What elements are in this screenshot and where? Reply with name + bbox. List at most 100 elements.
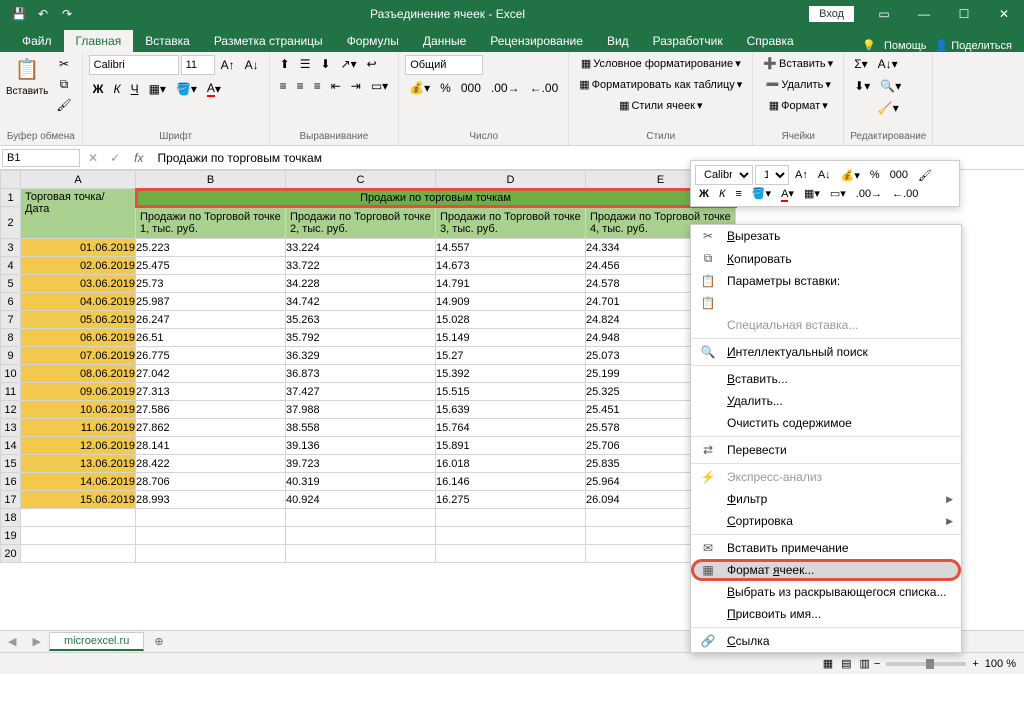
data-cell[interactable]: 34.742 bbox=[286, 293, 436, 311]
menu-item[interactable]: Вставить... bbox=[691, 368, 961, 390]
mini-align-icon[interactable]: ≡ bbox=[731, 186, 745, 202]
data-cell[interactable]: 25.475 bbox=[136, 257, 286, 275]
empty-cell[interactable] bbox=[21, 545, 136, 563]
date-cell[interactable]: 10.06.2019 bbox=[21, 401, 136, 419]
data-cell[interactable]: 37.427 bbox=[286, 383, 436, 401]
share-button[interactable]: 👤 Поделиться bbox=[934, 39, 1012, 52]
data-cell[interactable]: 25.987 bbox=[136, 293, 286, 311]
empty-cell[interactable] bbox=[286, 509, 436, 527]
view-normal-icon[interactable]: ▦ bbox=[819, 657, 837, 670]
row-header-17[interactable]: 17 bbox=[1, 491, 21, 509]
col-header-B[interactable]: B bbox=[136, 171, 286, 189]
orientation-icon[interactable]: ↗▾ bbox=[337, 55, 361, 73]
tab-view[interactable]: Вид bbox=[595, 30, 641, 52]
data-col-header-3[interactable]: Продажи по Торговой точке 3, тыс. руб. bbox=[436, 207, 586, 239]
align-left-icon[interactable]: ≡ bbox=[276, 77, 291, 95]
data-cell[interactable]: 16.018 bbox=[436, 455, 586, 473]
date-cell[interactable]: 05.06.2019 bbox=[21, 311, 136, 329]
align-middle-icon[interactable]: ☰ bbox=[296, 55, 315, 73]
zoom-out-icon[interactable]: − bbox=[874, 658, 880, 670]
mini-fill-color-icon[interactable]: 🪣▾ bbox=[748, 185, 775, 202]
undo-icon[interactable]: ↶ bbox=[32, 3, 54, 25]
empty-cell[interactable] bbox=[436, 509, 586, 527]
decrease-font-icon[interactable]: A↓ bbox=[241, 56, 263, 74]
row-header-19[interactable]: 19 bbox=[1, 527, 21, 545]
mini-percent-icon[interactable]: % bbox=[866, 167, 884, 183]
data-cell[interactable]: 16.146 bbox=[436, 473, 586, 491]
data-cell[interactable]: 15.028 bbox=[436, 311, 586, 329]
mini-italic-button[interactable]: К bbox=[715, 186, 729, 202]
fill-color-icon[interactable]: 🪣▾ bbox=[172, 80, 201, 98]
ribbon-options-icon[interactable]: ▭ bbox=[864, 0, 904, 28]
merged-title-cell[interactable]: Продажи по торговым точкам bbox=[136, 189, 736, 207]
date-cell[interactable]: 01.06.2019 bbox=[21, 239, 136, 257]
close-icon[interactable]: ✕ bbox=[984, 0, 1024, 28]
empty-cell[interactable] bbox=[21, 527, 136, 545]
date-cell[interactable]: 04.06.2019 bbox=[21, 293, 136, 311]
date-cell[interactable]: 13.06.2019 bbox=[21, 455, 136, 473]
data-cell[interactable]: 36.329 bbox=[286, 347, 436, 365]
format-painter-icon[interactable]: 🖌 bbox=[52, 96, 75, 114]
data-cell[interactable]: 33.722 bbox=[286, 257, 436, 275]
maximize-icon[interactable]: ☐ bbox=[944, 0, 984, 28]
data-cell[interactable]: 27.586 bbox=[136, 401, 286, 419]
tab-formulas[interactable]: Формулы bbox=[335, 30, 411, 52]
row-header-18[interactable]: 18 bbox=[1, 509, 21, 527]
data-cell[interactable]: 14.673 bbox=[436, 257, 586, 275]
data-cell[interactable]: 15.27 bbox=[436, 347, 586, 365]
data-cell[interactable]: 35.792 bbox=[286, 329, 436, 347]
increase-decimal-icon[interactable]: .00→ bbox=[487, 79, 524, 97]
data-col-header-1[interactable]: Продажи по Торговой точке 1, тыс. руб. bbox=[136, 207, 286, 239]
empty-cell[interactable] bbox=[21, 509, 136, 527]
data-cell[interactable]: 28.706 bbox=[136, 473, 286, 491]
row-header-6[interactable]: 6 bbox=[1, 293, 21, 311]
menu-item[interactable]: Выбрать из раскрывающегося списка... bbox=[691, 581, 961, 603]
merge-icon[interactable]: ▭▾ bbox=[367, 77, 392, 95]
italic-button[interactable]: К bbox=[109, 80, 124, 98]
data-cell[interactable]: 35.263 bbox=[286, 311, 436, 329]
border-icon[interactable]: ▦▾ bbox=[145, 80, 170, 98]
empty-cell[interactable] bbox=[136, 509, 286, 527]
fx-icon[interactable]: fx bbox=[126, 151, 151, 165]
font-size-select[interactable] bbox=[181, 55, 215, 75]
mini-font-color-icon[interactable]: A▾ bbox=[777, 185, 798, 202]
cell-styles-button[interactable]: ▦ Стили ячеек▾ bbox=[575, 97, 746, 114]
data-cell[interactable]: 27.862 bbox=[136, 419, 286, 437]
data-cell[interactable]: 25.223 bbox=[136, 239, 286, 257]
data-cell[interactable]: 14.791 bbox=[436, 275, 586, 293]
date-cell[interactable]: 02.06.2019 bbox=[21, 257, 136, 275]
conditional-format-button[interactable]: ▦ Условное форматирование▾ bbox=[575, 55, 746, 72]
row-header-13[interactable]: 13 bbox=[1, 419, 21, 437]
zoom-slider[interactable] bbox=[886, 662, 966, 666]
data-cell[interactable]: 14.909 bbox=[436, 293, 586, 311]
insert-cells-button[interactable]: ➕ Вставить▾ bbox=[759, 55, 837, 72]
row-header-4[interactable]: 4 bbox=[1, 257, 21, 275]
copy-icon[interactable]: ⧉ bbox=[52, 75, 75, 94]
tab-page-layout[interactable]: Разметка страницы bbox=[202, 30, 335, 52]
date-cell[interactable]: 06.06.2019 bbox=[21, 329, 136, 347]
menu-item[interactable]: ✂Вырезать bbox=[691, 225, 961, 247]
align-bottom-icon[interactable]: ⬇ bbox=[316, 55, 334, 73]
view-page-layout-icon[interactable]: ▤ bbox=[837, 657, 855, 670]
mini-comma-icon[interactable]: 000 bbox=[886, 167, 912, 183]
empty-cell[interactable] bbox=[136, 545, 286, 563]
empty-cell[interactable] bbox=[286, 545, 436, 563]
menu-item[interactable]: 🔗Ссылка bbox=[691, 630, 961, 652]
data-cell[interactable]: 28.422 bbox=[136, 455, 286, 473]
mini-format-painter-icon[interactable]: 🖌 bbox=[914, 167, 936, 184]
data-cell[interactable]: 28.141 bbox=[136, 437, 286, 455]
fill-icon[interactable]: ⬇▾ bbox=[850, 77, 874, 95]
data-cell[interactable]: 25.73 bbox=[136, 275, 286, 293]
sheet-nav-next-icon[interactable]: ▶ bbox=[24, 635, 48, 648]
data-cell[interactable]: 15.764 bbox=[436, 419, 586, 437]
cancel-formula-icon[interactable]: ✕ bbox=[82, 151, 104, 165]
sheet-nav-prev-icon[interactable]: ◀ bbox=[0, 635, 24, 648]
date-cell[interactable]: 12.06.2019 bbox=[21, 437, 136, 455]
row-header-14[interactable]: 14 bbox=[1, 437, 21, 455]
mini-bold-button[interactable]: Ж bbox=[695, 186, 713, 202]
paste-button[interactable]: 📋 bbox=[11, 55, 44, 84]
row-header-1[interactable]: 1 bbox=[1, 189, 21, 207]
mini-decrease-font-icon[interactable]: A↓ bbox=[814, 167, 835, 183]
empty-cell[interactable] bbox=[436, 545, 586, 563]
autosum-icon[interactable]: Σ▾ bbox=[850, 55, 871, 73]
